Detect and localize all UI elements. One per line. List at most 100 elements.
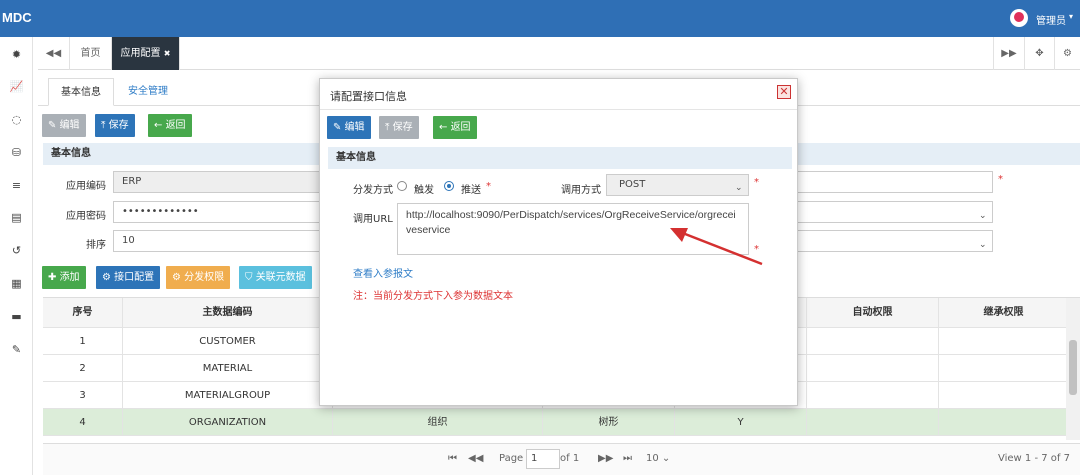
close-icon[interactable]: ✕ [777,85,791,99]
page-label: Page [499,453,524,464]
interface-config-dialog: 请配置接口信息 ✕ ✎ 编辑 ⤒ 保存 ← 返回 基本信息 分发方式 触发 推送… [319,78,798,406]
col-header-auto-permission[interactable]: 自动权限 [807,298,939,328]
arrow-left-icon: ← [154,120,166,131]
page-total: of 1 [560,453,580,464]
settings-icon[interactable]: ⚙ [1055,37,1080,70]
chevron-down-icon: ⌄ [735,183,743,193]
col-header-code[interactable]: 主数据编码 [123,298,333,328]
page-input[interactable]: 1 [526,449,560,469]
tab-app-config-label: 应用配置 [120,48,161,59]
app-logo: MDC [2,10,32,25]
right-field-1[interactable] [793,171,993,193]
tag-icon: ⛉ [245,272,256,283]
call-url-label: 调用URL [353,214,393,225]
table-cell [939,355,1069,382]
tab-next-icon[interactable]: ▶▶ [993,37,1025,70]
gear-icon: ⚙ [102,272,115,283]
table-cell [939,328,1069,355]
table-cell: 3 [43,382,123,409]
table-cell: 树形 [543,409,675,436]
archive-icon[interactable]: ▬ [0,307,33,327]
required-marker: * [486,181,491,192]
radio-push[interactable] [444,181,454,191]
table-cell [807,409,939,436]
right-select-1[interactable]: ⌄ [793,201,993,223]
edit-button[interactable]: ✎ 编辑 [42,114,86,137]
order-field[interactable]: 10 [113,230,323,252]
pager: ⏮ ◀◀ Page 1 of 1 ▶▶ ⏭ 10 ⌄ View 1 - 7 of… [43,443,1080,475]
dialog-back-button[interactable]: ← 返回 [433,116,477,139]
history-icon[interactable]: ↺ [0,241,33,261]
top-bar: MDC 管理员 ▾ [0,0,1080,37]
dialog-edit-button[interactable]: ✎ 编辑 [327,116,371,139]
tab-home[interactable]: 首页 [70,37,112,70]
dialog-divider [320,109,797,110]
relate-metadata-button[interactable]: ⛉ 关联元数据 [239,266,312,289]
table-cell: 组织 [333,409,543,436]
scrollbar-thumb[interactable] [1069,340,1077,395]
view-params-link[interactable]: 查看入参报文 [353,265,413,280]
next-page-icon[interactable]: ▶▶ [598,453,613,464]
dialog-note: 注：当前分发方式下入参为数据文本 [353,291,513,302]
subtab-security[interactable]: 安全管理 [116,78,180,106]
user-menu-caret-icon[interactable]: ▾ [1069,12,1073,21]
save-button[interactable]: ⤒ 保存 [95,114,135,137]
database-icon[interactable]: ⛁ [0,143,33,163]
add-button[interactable]: ✚ 添加 [42,266,86,289]
prev-page-icon[interactable]: ◀◀ [468,453,483,464]
fullscreen-icon[interactable]: ✥ [1025,37,1055,70]
dialog-save-button[interactable]: ⤒ 保存 [379,116,419,139]
subtab-basic-info[interactable]: 基本信息 [48,78,114,106]
table-cell: 4 [43,409,123,436]
radio-trigger[interactable] [397,181,407,191]
card-icon[interactable]: ▤ [0,208,33,228]
page-size-select[interactable]: 10 ⌄ [646,453,670,464]
radio-trigger-label: 触发 [414,185,434,196]
interface-config-button[interactable]: ⚙ 接口配置 [96,266,161,289]
tab-prev-icon[interactable]: ◀◀ [38,37,70,70]
app-code-field[interactable]: ERP [113,171,323,193]
table-cell: 2 [43,355,123,382]
edit-icon: ✎ [333,122,345,133]
first-page-icon[interactable]: ⏮ [448,453,457,464]
table-cell [807,382,939,409]
chart-icon[interactable]: 📈 [0,77,33,97]
table-cell: Y [675,409,807,436]
user-name[interactable]: 管理员 [1036,12,1066,27]
wrench-icon[interactable]: ✎ [0,340,33,360]
app-secret-field[interactable]: ••••••••••••• [113,201,323,223]
col-header-index[interactable]: 序号 [43,298,123,328]
dashboard-icon[interactable]: ✹ [0,45,33,65]
required-marker: * [754,244,759,255]
tab-strip: ◀◀ 首页 应用配置 ✖ ▶▶ ✥ ⚙ [38,37,1080,70]
call-url-field[interactable]: http://localhost:9090/PerDispatch/servic… [397,203,749,255]
table-cell: MATERIALGROUP [123,382,333,409]
list-icon[interactable]: ≡ [0,176,33,196]
edit-icon: ✎ [48,120,60,131]
call-method-select[interactable]: POST ⌄ [606,174,749,196]
last-page-icon[interactable]: ⏭ [623,453,632,464]
table-cell: 1 [43,328,123,355]
spinner-icon[interactable]: ◌ [0,110,33,130]
tab-app-config[interactable]: 应用配置 ✖ [112,37,180,70]
film-icon[interactable]: ▦ [0,274,33,294]
order-label: 排序 [86,240,106,251]
table-cell [807,355,939,382]
dispatch-mode-label: 分发方式 [353,185,393,196]
dispatch-permission-button[interactable]: ⚙ 分发权限 [166,266,231,289]
back-button[interactable]: ← 返回 [148,114,192,137]
sidebar: ✹ 📈 ◌ ⛁ ≡ ▤ ↺ ▦ ▬ ✎ [0,37,33,475]
right-select-2[interactable]: ⌄ [793,230,993,252]
app-secret-label: 应用密码 [66,211,106,222]
plus-icon: ✚ [48,272,60,283]
user-avatar[interactable] [1010,9,1028,27]
table-cell: MATERIAL [123,355,333,382]
col-header-inherit-permission[interactable]: 继承权限 [939,298,1069,328]
tab-close-icon[interactable]: ✖ [164,49,171,58]
arrow-left-icon: ← [439,122,451,133]
upload-icon: ⤒ [385,122,393,133]
grid-scrollbar[interactable] [1066,298,1080,440]
call-method-value: POST [619,179,646,190]
table-cell [939,382,1069,409]
call-method-label: 调用方式 [561,185,601,196]
